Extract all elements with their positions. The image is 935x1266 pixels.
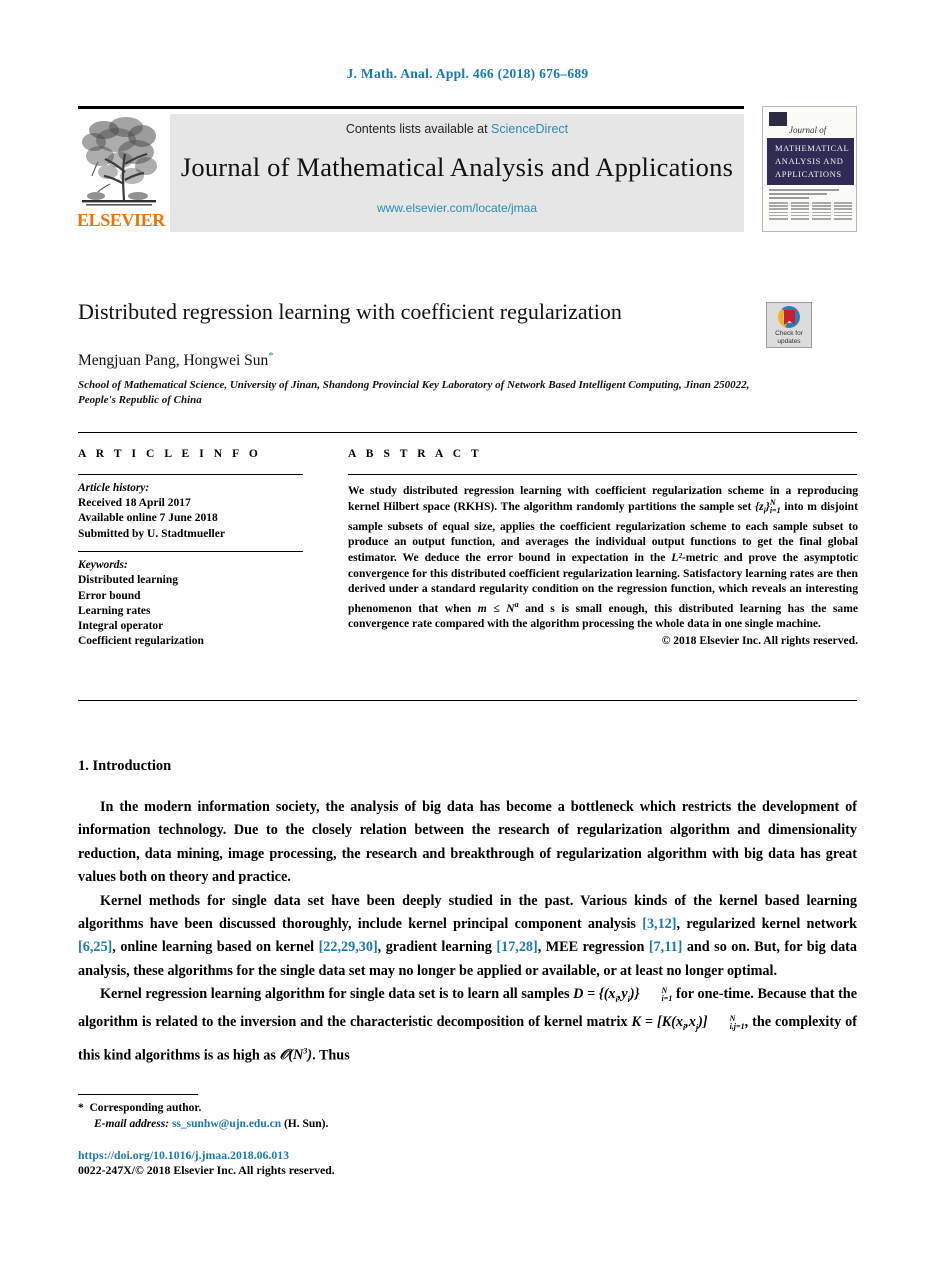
affiliation: School of Mathematical Science, Universi… bbox=[78, 379, 750, 406]
corresponding-author-note: * Corresponding author. bbox=[78, 1100, 578, 1116]
abstract-math-l2: L² bbox=[671, 551, 682, 565]
journal-cover-thumbnail: Journal of MATHEMATICAL ANALYSIS AND APP… bbox=[762, 106, 857, 232]
cover-elsevier-logo-icon bbox=[769, 112, 787, 126]
journal-banner: Contents lists available at ScienceDirec… bbox=[170, 114, 744, 232]
keyword-item: Coefficient regularization bbox=[78, 635, 204, 648]
journal-url-link[interactable]: www.elsevier.com/locate/jmaa bbox=[170, 201, 744, 215]
keywords-label: Keywords: bbox=[78, 559, 128, 572]
cover-contents-lines bbox=[769, 189, 852, 231]
running-head: J. Math. Anal. Appl. 466 (2018) 676–689 bbox=[346, 66, 589, 81]
paper-page: J. Math. Anal. Appl. 466 (2018) 676–689 bbox=[0, 0, 935, 1266]
abstract-copyright: © 2018 Elsevier Inc. All rights reserved… bbox=[661, 633, 858, 647]
cover-title-line-2: ANALYSIS AND bbox=[775, 156, 844, 166]
p3-d: . Thus bbox=[312, 1047, 350, 1064]
history-submitted-by: Submitted by U. Stadtmueller bbox=[78, 527, 225, 540]
abstract-heading: A B S T R A C T bbox=[348, 448, 483, 460]
contents-prefix: Contents lists available at bbox=[345, 122, 492, 136]
cover-title-line-3: APPLICATIONS bbox=[775, 169, 842, 179]
citation-link[interactable]: [22,29,30] bbox=[319, 939, 378, 955]
author-names: Mengjuan Pang, Hongwei Sun bbox=[78, 352, 269, 370]
article-history-label: Article history: bbox=[78, 482, 150, 495]
info-top-rule bbox=[78, 432, 857, 434]
page-title: Distributed regression learning with coe… bbox=[78, 299, 622, 324]
math-kernel-matrix: K = [K(xi,xj)] Ni,j=1 bbox=[631, 1014, 745, 1033]
masthead-top-rule bbox=[78, 106, 744, 109]
article-info-divider bbox=[78, 474, 303, 476]
keywords-divider bbox=[78, 550, 303, 553]
paragraph-1: In the modern information society, the a… bbox=[78, 799, 857, 886]
citation-link[interactable]: [17,28] bbox=[496, 939, 537, 955]
footnote-rule bbox=[78, 1094, 198, 1096]
email-line: E-mail address: ss_sunhw@ujn.edu.cn (H. … bbox=[78, 1116, 578, 1132]
citation-link[interactable]: [7,11] bbox=[649, 939, 683, 955]
elsevier-logo: ELSEVIER bbox=[77, 114, 165, 232]
math-complexity: 𝒪(N3) bbox=[279, 1046, 313, 1064]
p2-c: , online learning based on kernel bbox=[112, 939, 319, 956]
issn-copyright-line: 0022-247X/© 2018 Elsevier Inc. All right… bbox=[78, 1163, 335, 1177]
author-list: Mengjuan Pang, Hongwei Sun* bbox=[78, 350, 738, 370]
history-received: Received 18 April 2017 bbox=[78, 497, 191, 510]
cover-title-line-1: MATHEMATICAL bbox=[775, 143, 850, 153]
crossmark-label-line-1: Check for bbox=[775, 330, 803, 337]
cover-title-band: MATHEMATICAL ANALYSIS AND APPLICATIONS bbox=[767, 138, 854, 185]
keyword-item: Learning rates bbox=[78, 604, 151, 617]
paragraph-2: Kernel methods for single data set have … bbox=[78, 890, 857, 984]
abstract-math-condition: m ≤ Na bbox=[477, 599, 519, 615]
keyword-item: Error bound bbox=[78, 589, 141, 602]
info-bottom-rule bbox=[78, 700, 857, 702]
body-copy: In the modern information society, the a… bbox=[78, 796, 857, 1068]
p3-a: Kernel regression learning algorithm for… bbox=[100, 986, 574, 1003]
email-label: E-mail address: bbox=[94, 1118, 170, 1130]
paragraph-3: Kernel regression learning algorithm for… bbox=[78, 983, 857, 1068]
citation-link[interactable]: [6,25] bbox=[78, 939, 112, 955]
crossmark-badge[interactable]: Check for updates bbox=[766, 302, 812, 348]
corresponding-author-marker[interactable]: * bbox=[268, 350, 274, 362]
article-info-heading: A R T I C L E I N F O bbox=[78, 448, 262, 460]
email-suffix: (H. Sun). bbox=[283, 1118, 329, 1130]
p2-b: , regularized kernel network bbox=[676, 916, 858, 933]
doi-link[interactable]: https://doi.org/10.1016/j.jmaa.2018.06.0… bbox=[78, 1148, 289, 1163]
journal-masthead: ELSEVIER Contents lists available at Sci… bbox=[77, 106, 857, 232]
keyword-item: Integral operator bbox=[78, 620, 164, 632]
cover-journal-of-label: Journal of bbox=[789, 125, 827, 135]
abstract-column: A B S T R A C T We study distributed reg… bbox=[348, 448, 858, 647]
elsevier-tree-icon bbox=[78, 114, 160, 210]
email-link[interactable]: ss_sunhw@ujn.edu.cn bbox=[172, 1118, 281, 1130]
sciencedirect-link[interactable]: ScienceDirect bbox=[491, 122, 568, 136]
section-heading-introduction: 1. Introduction bbox=[78, 758, 172, 774]
article-info-column: A R T I C L E I N F O Article history: R… bbox=[78, 448, 315, 649]
keyword-item: Distributed learning bbox=[78, 574, 178, 587]
footnote-asterisk: * bbox=[78, 1102, 84, 1114]
p2-e: , MEE regression bbox=[537, 939, 649, 956]
abstract-math-sampleset: {zi} Ni=1 bbox=[754, 497, 781, 516]
history-available-online: Available online 7 June 2018 bbox=[78, 512, 218, 525]
crossmark-label-line-2: updates bbox=[777, 338, 801, 345]
elsevier-wordmark: ELSEVIER bbox=[77, 210, 165, 230]
tree-drawing bbox=[82, 117, 157, 206]
abstract-body: We study distributed regression learning… bbox=[348, 483, 858, 632]
abstract-divider bbox=[348, 474, 857, 476]
citation-link[interactable]: [3,12] bbox=[642, 916, 676, 932]
footnote-block: * Corresponding author. E-mail address: … bbox=[78, 1100, 578, 1132]
contents-line: Contents lists available at ScienceDirec… bbox=[170, 122, 744, 136]
p2-d: , gradient learning bbox=[377, 939, 497, 956]
corresponding-author-text: Corresponding author. bbox=[89, 1102, 202, 1114]
journal-title: Journal of Mathematical Analysis and App… bbox=[180, 152, 734, 182]
math-sample-set-D: D = {(xi,yi)} Ni=1 bbox=[573, 986, 673, 1005]
